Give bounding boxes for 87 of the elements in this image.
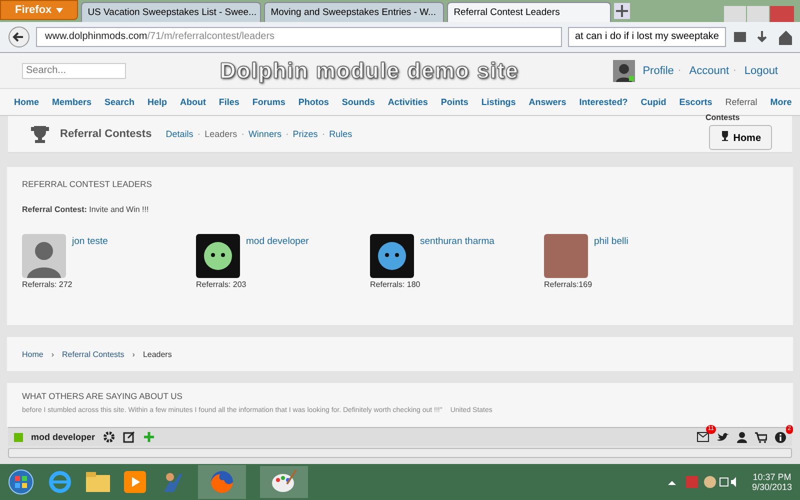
toolbar-user-name[interactable]: mod developer [31, 432, 96, 442]
nav-item[interactable]: About [180, 97, 206, 107]
person-icon[interactable] [737, 432, 747, 442]
user-link[interactable]: Profile [642, 64, 674, 76]
nav-item[interactable]: Answers [528, 97, 566, 107]
overflow-label: Contests [705, 112, 740, 122]
address-field[interactable]: www.dolphinmods.com/71/m/referralcontest/leaders [36, 27, 562, 47]
user-link[interactable]: Account [689, 64, 729, 76]
link-separator: · [285, 128, 289, 140]
link-separator: · [322, 128, 326, 140]
nav-item[interactable]: Sounds [342, 97, 375, 107]
nav-item[interactable]: More [770, 97, 792, 107]
section-link[interactable]: Leaders [204, 129, 238, 139]
referral-count: Referrals: 203 [196, 280, 248, 289]
site-title: Dolphin module demo site [218, 58, 520, 84]
folder-icon[interactable] [86, 472, 110, 492]
back-icon[interactable] [8, 26, 30, 48]
site-search-field[interactable]: Search... [22, 62, 126, 78]
user-link[interactable]: Logout [744, 64, 778, 76]
cartoon-avatar-icon[interactable] [370, 234, 414, 278]
start-button-icon[interactable] [8, 469, 34, 495]
new-tab-icon[interactable] [614, 3, 630, 19]
breadcrumb-link[interactable]: Home [22, 350, 44, 358]
member-name-link[interactable]: jon teste [72, 236, 108, 247]
contest-info: Referral Contest: Invite and Win !!! [22, 205, 150, 214]
nav-item[interactable]: Search [104, 97, 134, 107]
trophy-icon [30, 125, 50, 143]
media-player-icon[interactable] [124, 471, 146, 493]
referral-count: Referrals:169 [544, 280, 594, 289]
browser-tab[interactable]: Moving and Sweepstakes Entries - W... [264, 2, 444, 22]
member-name-link[interactable]: mod developer [246, 236, 309, 247]
bird-icon[interactable] [717, 432, 729, 442]
nav-item[interactable]: Home [14, 97, 40, 107]
browser-tab[interactable]: Referral Contest Leaders [446, 2, 611, 22]
member-name-link[interactable]: senthuran tharma [420, 236, 494, 247]
info-icon[interactable] [775, 432, 786, 442]
nav-item[interactable]: Help [147, 97, 167, 107]
nav-item[interactable]: Activities [388, 97, 428, 107]
section-link[interactable]: Details [166, 129, 194, 139]
caret-icon [56, 8, 63, 12]
nav-item[interactable]: Members [52, 97, 92, 107]
cart-icon[interactable] [755, 432, 767, 442]
link-separator: · [197, 128, 201, 140]
breadcrumb-separator: › [132, 350, 135, 358]
nav-item[interactable]: Forums [252, 97, 286, 107]
user-avatar-icon[interactable] [612, 60, 635, 82]
breadcrumb-link[interactable]: Referral Contests [62, 350, 124, 358]
edit-icon[interactable] [123, 431, 136, 443]
firefox-menu-button[interactable]: Firefox [0, 0, 78, 20]
nav-item[interactable]: Interested? [579, 97, 628, 107]
clock-date: 9/30/2013 [752, 482, 792, 492]
mail-icon[interactable] [697, 432, 709, 442]
browser-search-field[interactable]: at can i do if i lost my sweeptake [568, 27, 726, 47]
horizontal-scrollbar[interactable] [8, 448, 792, 458]
browser-tab[interactable]: US Vacation Sweepstakes List - Swee... [80, 2, 261, 22]
nav-item[interactable]: Listings [481, 97, 516, 107]
section-heading: REFERRAL CONTEST LEADERS [22, 179, 153, 189]
member-name-link[interactable]: phil belli [594, 236, 628, 247]
nav-item[interactable]: Referral [725, 97, 758, 107]
nav-item[interactable]: Photos [298, 97, 329, 107]
settings-icon[interactable] [103, 431, 116, 443]
link-separator: · [678, 65, 682, 76]
clock-time: 10:37 PM [752, 472, 792, 482]
window-controls-icon[interactable] [724, 6, 794, 22]
nav-item[interactable]: Files [218, 97, 240, 107]
system-tray-icon[interactable] [668, 475, 738, 489]
online-status-icon [14, 432, 23, 442]
trophy-icon [720, 130, 730, 140]
section-title: Referral Contests [60, 128, 152, 140]
avatar-silhouette-icon[interactable] [22, 234, 66, 278]
section-link[interactable]: Prizes [292, 129, 318, 139]
nav-item[interactable]: Points [440, 97, 468, 107]
link-separator: · [241, 128, 244, 140]
section-link[interactable]: Winners [248, 129, 282, 139]
nav-item[interactable]: Cupid [640, 97, 666, 107]
browser-toolbar-icon[interactable] [732, 29, 792, 45]
palette-icon[interactable] [260, 466, 308, 498]
home-button[interactable]: Home [709, 124, 772, 150]
breadcrumb-current: Leaders [142, 350, 172, 358]
section-link[interactable]: Rules [329, 129, 352, 139]
referral-count: Referrals: 272 [22, 280, 74, 289]
section-heading: WHAT OTHERS ARE SAYING ABOUT US [22, 391, 184, 401]
referral-count: Referrals: 180 [370, 280, 422, 289]
link-separator: · [733, 65, 736, 76]
cartoon-avatar-icon[interactable] [196, 234, 240, 278]
nav-item[interactable]: Escorts [679, 97, 712, 107]
breadcrumb-separator: › [51, 350, 54, 358]
